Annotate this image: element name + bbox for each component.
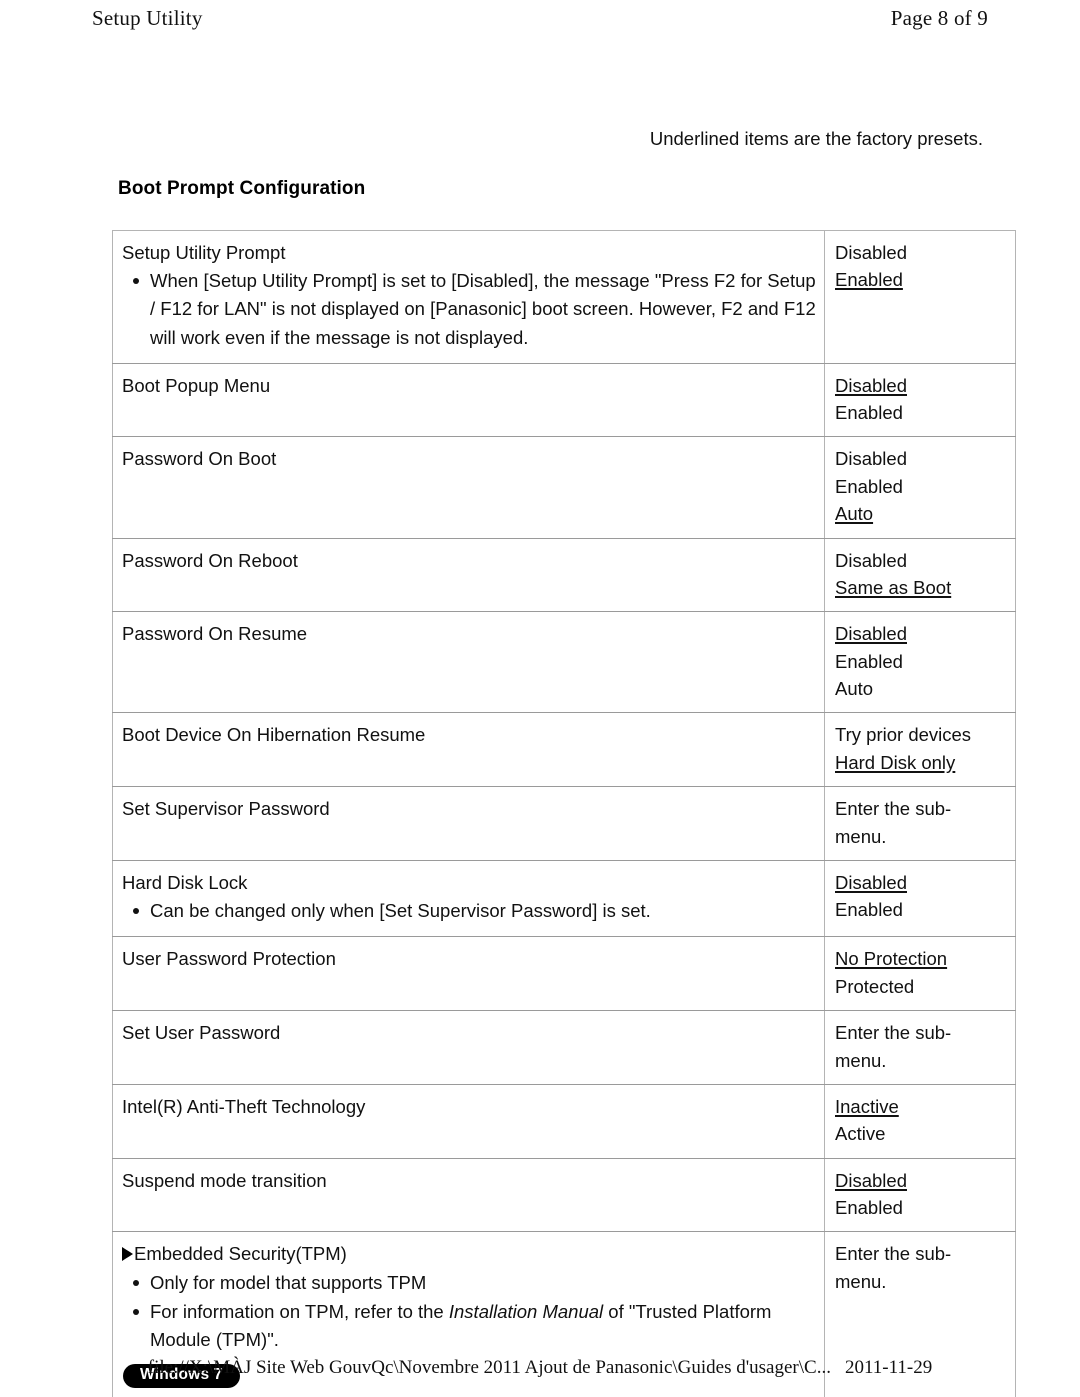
note-item: Can be changed only when [Set Supervisor… (133, 897, 816, 925)
submenu-arrow-icon (122, 1247, 133, 1262)
table-row: Password On Boot Disabled Enabled Auto (112, 436, 1016, 539)
note-item: When [Setup Utility Prompt] is set to [D… (133, 267, 816, 351)
item-label: Setup Utility Prompt (122, 242, 286, 263)
value-option-default: Enabled (835, 269, 903, 291)
item-cell: Hard Disk Lock Can be changed only when [… (112, 859, 825, 938)
item-label: Embedded Security(TPM) (122, 1240, 816, 1267)
value-option: Disabled (835, 549, 907, 571)
value-option-default: Disabled (835, 623, 907, 645)
value-option: menu. (835, 825, 887, 847)
item-cell: Password On Resume (112, 611, 825, 714)
value-cell: Try prior devices Hard Disk only (824, 712, 1016, 788)
note-list: Only for model that supports TPM For info… (122, 1269, 816, 1354)
boot-prompt-configuration-table: Setup Utility Prompt When [Setup Utility … (112, 230, 1016, 1397)
value-option-default: Auto (835, 503, 874, 525)
table-row: Setup Utility Prompt When [Setup Utility … (112, 230, 1016, 364)
table-row: Password On Resume Disabled Enabled Auto (112, 611, 1016, 714)
item-cell: Boot Device On Hibernation Resume (112, 712, 825, 788)
value-option: Enabled (835, 650, 903, 672)
value-option: Enter the sub- (835, 1243, 952, 1265)
value-option: Try prior devices (835, 724, 972, 746)
value-option: Active (835, 1123, 886, 1145)
table-row: Hard Disk Lock Can be changed only when [… (112, 859, 1016, 938)
value-cell: Disabled Enabled (824, 230, 1016, 364)
item-label: Password On Boot (122, 448, 277, 470)
factory-preset-note: Underlined items are the factory presets… (649, 128, 983, 149)
item-cell: Password On Reboot (112, 537, 825, 613)
item-label: Boot Popup Menu (122, 374, 271, 396)
section-heading: Boot Prompt Configuration (118, 178, 366, 199)
page-indicator: Page 8 of 9 (890, 6, 988, 30)
item-cell: Set Supervisor Password (112, 786, 825, 861)
item-cell: Suspend mode transition (112, 1157, 825, 1233)
item-cell: Set User Password (112, 1010, 825, 1085)
value-cell: Disabled Enabled Auto (824, 436, 1016, 539)
item-label: Suspend mode transition (122, 1169, 327, 1191)
item-label: Boot Device On Hibernation Resume (122, 724, 426, 746)
table-row: Password On Reboot Disabled Same as Boot (112, 537, 1016, 613)
note-list: When [Setup Utility Prompt] is set to [D… (122, 267, 816, 351)
item-cell: Boot Popup Menu (112, 362, 825, 438)
value-option-default: Disabled (835, 1169, 907, 1191)
value-option-default: Hard Disk only (835, 751, 956, 773)
value-option-default: Same as Boot (835, 576, 952, 598)
value-option-default: Disabled (835, 871, 907, 893)
value-option: Disabled (835, 242, 907, 263)
item-label: Hard Disk Lock (122, 871, 248, 893)
table-row: Suspend mode transition Disabled Enabled (112, 1157, 1016, 1233)
value-option: Enabled (835, 475, 903, 497)
value-option: Disabled (835, 448, 907, 470)
item-cell: User Password Protection (112, 936, 825, 1012)
manual-title: Installation Manual (448, 1300, 604, 1322)
value-cell: Disabled Same as Boot (824, 537, 1016, 613)
table-row: Boot Device On Hibernation Resume Try pri… (112, 712, 1016, 788)
footer-path: file://X:\MÀJ Site Web GouvQc\Novembre 2… (147, 1357, 831, 1378)
note-item: For information on TPM, refer to the Ins… (133, 1298, 816, 1354)
value-option: Enabled (835, 899, 903, 921)
value-option-default: No Protection (835, 948, 948, 970)
item-cell: Intel(R) Anti-Theft Technology (112, 1083, 825, 1159)
page-footer: file://X:\MÀJ Site Web GouvQc\Novembre 2… (0, 1357, 1080, 1379)
value-cell: Disabled Enabled (824, 1157, 1016, 1233)
document-title: Setup Utility (92, 6, 203, 30)
table-body: Setup Utility Prompt When [Setup Utility … (112, 230, 1016, 1397)
item-label: Set User Password (122, 1022, 281, 1044)
item-label: Set Supervisor Password (122, 798, 330, 820)
item-label: User Password Protection (122, 948, 336, 970)
value-option: Enabled (835, 1197, 903, 1219)
table-row: Set User Password Enter the sub-menu. (112, 1010, 1016, 1085)
value-cell: Disabled Enabled (824, 362, 1016, 438)
value-cell: No Protection Protected (824, 936, 1016, 1012)
value-cell: Disabled Enabled Auto (824, 611, 1016, 714)
table-row: User Password Protection No Protection Pro… (112, 936, 1016, 1012)
value-option: Auto (835, 678, 874, 700)
item-label: Password On Reboot (122, 549, 298, 571)
table-row: Set Supervisor Password Enter the sub-men… (112, 786, 1016, 861)
running-header: Setup Utility Page 8 of 9 (92, 6, 988, 31)
value-option: Enabled (835, 402, 903, 424)
value-option-default: Disabled (835, 374, 907, 396)
value-option-default: Inactive (835, 1095, 899, 1117)
item-cell: Setup Utility Prompt When [Setup Utility … (112, 230, 825, 364)
value-cell: Inactive Active (824, 1083, 1016, 1159)
note-item: Only for model that supports TPM (133, 1269, 816, 1297)
item-label: Password On Resume (122, 623, 308, 645)
table-row: Boot Popup Menu Disabled Enabled (112, 362, 1016, 438)
value-cell: Disabled Enabled (824, 859, 1016, 938)
value-option: Enter the sub- (835, 1022, 952, 1044)
value-option: menu. (835, 1049, 887, 1071)
document-page: Setup Utility Page 8 of 9 Underlined ite… (0, 0, 1080, 1397)
footer-date: 2011-11-29 (844, 1357, 933, 1378)
value-cell: Enter the sub-menu. (824, 1010, 1016, 1085)
value-option: Protected (835, 975, 915, 997)
value-cell: Enter the sub-menu. (824, 786, 1016, 861)
note-list: Can be changed only when [Set Supervisor… (122, 897, 816, 925)
table-row: Intel(R) Anti-Theft Technology Inactive Ac… (112, 1083, 1016, 1159)
value-option: menu. (835, 1270, 887, 1292)
value-option: Enter the sub- (835, 798, 952, 820)
item-cell: Password On Boot (112, 436, 825, 539)
item-label: Intel(R) Anti-Theft Technology (122, 1095, 366, 1117)
